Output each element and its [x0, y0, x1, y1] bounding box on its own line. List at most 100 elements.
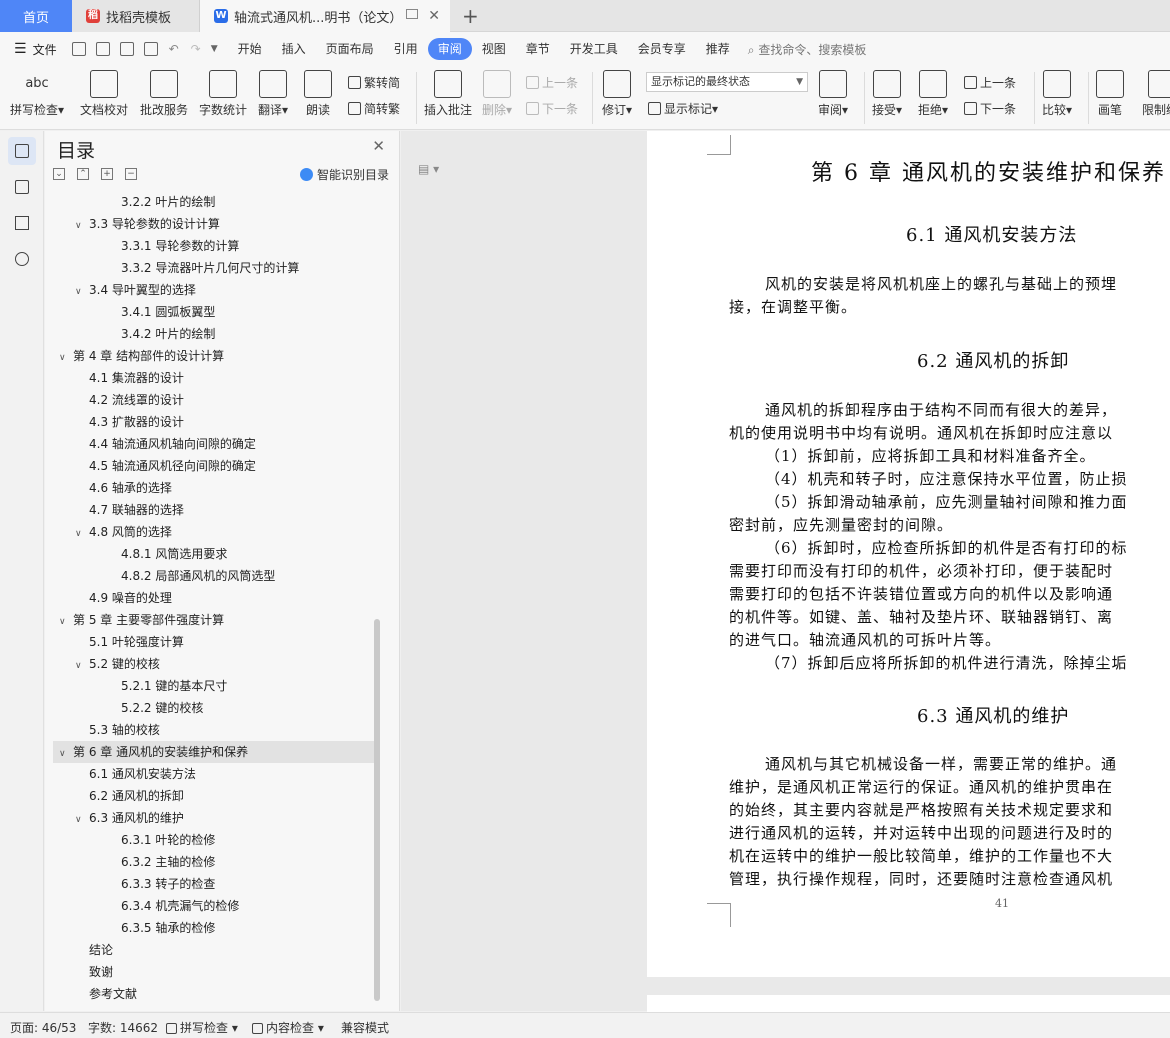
close-icon[interactable]: ✕ — [372, 137, 385, 155]
chevron-down-icon[interactable]: ∨ — [75, 523, 89, 545]
toc-item[interactable]: 5.1 叶轮强度计算 — [75, 631, 184, 653]
close-icon[interactable]: ✕ — [428, 8, 440, 24]
toc-item[interactable]: 4.4 轴流通风机轴向间隙的确定 — [75, 433, 256, 455]
wordcount-button[interactable]: 字数统计 — [199, 70, 247, 118]
word-count[interactable]: 字数: 14662 — [88, 1019, 158, 1036]
toc-item[interactable]: ∨ 6.3 通风机的维护 — [75, 807, 184, 829]
save-icon[interactable] — [71, 42, 86, 56]
expand-all-icon[interactable]: ⌃ — [77, 168, 89, 180]
toc-item[interactable]: 6.3.2 主轴的检修 — [107, 851, 215, 873]
bookmark-toggle[interactable] — [8, 209, 36, 237]
preview-icon[interactable] — [143, 42, 158, 56]
document-page-icon[interactable]: ▤ ▾ — [418, 162, 439, 176]
restrict-edit-button[interactable]: 限制编 — [1142, 70, 1170, 118]
prev-change-button[interactable]: 上一条 — [964, 74, 1016, 91]
toc-item[interactable]: 4.2 流线罩的设计 — [75, 389, 184, 411]
collapse-all-icon[interactable]: ⌄ — [53, 168, 65, 180]
menu-view[interactable]: 视图 — [472, 38, 516, 60]
toc-item[interactable]: 4.1 集流器的设计 — [75, 367, 184, 389]
find-toggle[interactable] — [8, 245, 36, 273]
toc-item[interactable]: 3.3.1 导轮参数的计算 — [107, 235, 239, 257]
menu-member[interactable]: 会员专享 — [628, 38, 696, 60]
toc-item[interactable]: 5.2.2 键的校核 — [107, 697, 203, 719]
toc-item[interactable]: 5.2.1 键的基本尺寸 — [107, 675, 227, 697]
toc-item[interactable]: ∨ 第 6 章 通风机的安装维护和保养 — [53, 741, 374, 763]
export-icon[interactable] — [95, 42, 110, 56]
toc-item[interactable]: 4.5 轴流通风机径向间隙的确定 — [75, 455, 256, 477]
tab-home[interactable]: 首页 — [0, 0, 72, 32]
toc-scrollbar[interactable] — [374, 619, 380, 1001]
toc-item[interactable]: 结论 — [75, 939, 113, 961]
accept-button[interactable]: 接受▾ — [872, 70, 902, 118]
toc-item[interactable]: 6.3.4 机壳漏气的检修 — [107, 895, 239, 917]
status-spellcheck-button[interactable]: 拼写检查 ▾ — [166, 1019, 238, 1036]
menu-reference[interactable]: 引用 — [384, 38, 428, 60]
reject-button[interactable]: 拒绝▾ — [918, 70, 948, 118]
pen-button[interactable]: 画笔 — [1096, 70, 1124, 118]
show-markup-button[interactable]: 显示标记▾ — [648, 100, 718, 117]
toc-item[interactable]: 4.8.1 风筒选用要求 — [107, 543, 227, 565]
next-change-button[interactable]: 下一条 — [964, 100, 1016, 117]
menu-layout[interactable]: 页面布局 — [316, 38, 384, 60]
toc-item[interactable]: ∨ 第 5 章 主要零部件强度计算 — [59, 609, 224, 631]
toc-item[interactable]: 5.3 轴的校核 — [75, 719, 160, 741]
next-comment-button[interactable]: 下一条 — [526, 100, 578, 117]
markup-state-select[interactable]: 显示标记的最终状态 ▼ — [646, 72, 808, 92]
tab-template[interactable]: 稻 找稻壳模板 — [72, 0, 200, 32]
menu-chapter[interactable]: 章节 — [516, 38, 560, 60]
revise-service-button[interactable]: 批改服务 — [140, 70, 188, 118]
toc-item[interactable]: 4.9 噪音的处理 — [75, 587, 172, 609]
track-changes-button[interactable]: 修订▾ — [602, 70, 632, 118]
menu-recommend[interactable]: 推荐 — [696, 38, 740, 60]
chevron-down-icon[interactable]: ∨ — [75, 809, 89, 831]
toc-item[interactable]: ∨ 4.8 风筒的选择 — [75, 521, 172, 543]
hamburger-icon[interactable]: ☰ — [14, 41, 27, 57]
menu-devtools[interactable]: 开发工具 — [560, 38, 628, 60]
redo-icon[interactable]: ↷ — [191, 42, 201, 56]
prev-comment-button[interactable]: 上一条 — [526, 74, 578, 91]
toc-item[interactable]: 4.6 轴承的选择 — [75, 477, 172, 499]
doccheck-button[interactable]: 文档校对 — [80, 70, 128, 118]
spellcheck-button[interactable]: abc 拼写检查▾ — [10, 70, 64, 118]
toc-item[interactable]: 6.1 通风机安装方法 — [75, 763, 196, 785]
chevron-down-icon[interactable]: ∨ — [75, 281, 89, 303]
chapter-nav-toggle[interactable] — [8, 173, 36, 201]
translate-button[interactable]: 翻译▾ — [258, 70, 288, 118]
print-icon[interactable] — [119, 42, 134, 56]
remove-heading-icon[interactable]: − — [125, 168, 137, 180]
chevron-down-icon[interactable]: ∨ — [75, 215, 89, 237]
menu-start[interactable]: 开始 — [228, 38, 272, 60]
chevron-down-icon[interactable]: ∨ — [59, 347, 73, 369]
toc-panel-toggle[interactable] — [8, 137, 36, 165]
toc-item[interactable]: 4.3 扩散器的设计 — [75, 411, 184, 433]
new-tab-button[interactable]: + — [462, 4, 479, 28]
smart-toc-button[interactable]: 智能识别目录 — [299, 166, 389, 183]
file-menu[interactable]: 文件 — [33, 41, 57, 58]
screen-icon[interactable] — [406, 9, 418, 19]
simp-to-trad-button[interactable]: 简转繁 — [348, 100, 400, 117]
menu-insert[interactable]: 插入 — [272, 38, 316, 60]
toc-item[interactable]: 4.8.2 局部通风机的风筒选型 — [107, 565, 275, 587]
delete-comment-button[interactable]: 删除▾ — [482, 70, 512, 118]
toc-item[interactable]: 3.4.1 圆弧板翼型 — [107, 301, 215, 323]
toc-item[interactable]: ∨ 第 4 章 结构部件的设计计算 — [59, 345, 224, 367]
toc-item[interactable]: 参考文献 — [75, 983, 137, 1005]
toc-item[interactable]: 6.3.5 轴承的检修 — [107, 917, 215, 939]
compare-button[interactable]: 比较▾ — [1042, 70, 1072, 118]
chevron-down-icon[interactable]: ∨ — [59, 611, 73, 633]
add-heading-icon[interactable]: + — [101, 168, 113, 180]
menu-review[interactable]: 审阅 — [427, 38, 472, 60]
toc-item[interactable]: 6.3.3 转子的检查 — [107, 873, 215, 895]
toc-item[interactable]: ∨ 3.4 导叶翼型的选择 — [75, 279, 196, 301]
toc-item[interactable]: 3.3.2 导流器叶片几何尺寸的计算 — [107, 257, 299, 279]
toc-item[interactable]: 3.2.2 叶片的绘制 — [107, 191, 215, 213]
trad-to-simp-button[interactable]: 繁转简 — [348, 74, 400, 91]
toc-item[interactable]: 致谢 — [75, 961, 113, 983]
toc-item[interactable]: 4.7 联轴器的选择 — [75, 499, 184, 521]
chevron-down-icon[interactable]: ∨ — [75, 655, 89, 677]
content-check-button[interactable]: 内容检查 ▾ — [252, 1019, 324, 1036]
tab-document[interactable]: W 轴流式通风机...明书（论文） ✕ — [200, 0, 450, 32]
toc-item[interactable]: 6.3.1 叶轮的检修 — [107, 829, 215, 851]
document-page[interactable]: 第 6 章 通风机的安装维护和保养 6.1 通风机安装方法 风机的安装是将风机机… — [647, 131, 1170, 977]
read-aloud-button[interactable]: 朗读 — [304, 70, 332, 118]
